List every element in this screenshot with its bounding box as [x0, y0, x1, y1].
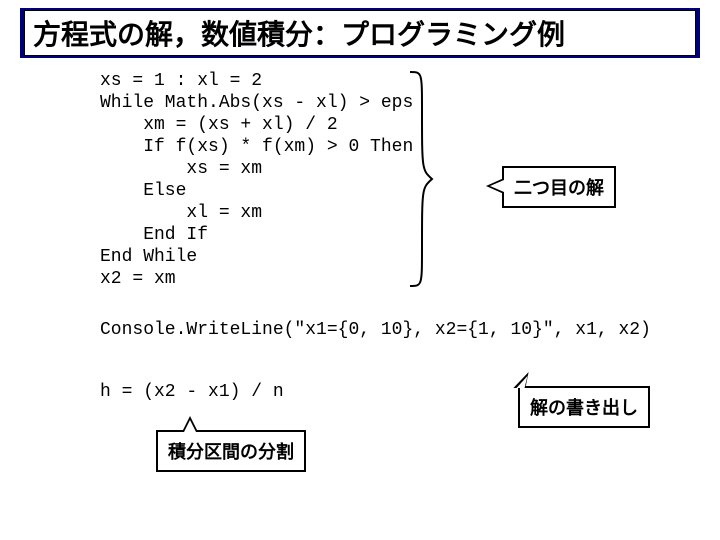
callout-second-root: 二つ目の解: [502, 166, 616, 208]
slide-title: 方程式の解，数値積分：プログラミング例: [24, 10, 696, 56]
code-line-console: Console.WriteLine("x1={0, 10}, x2={1, 10…: [100, 320, 651, 340]
slide: 方程式の解，数値積分：プログラミング例 xs = 1 : xl = 2 Whil…: [0, 0, 720, 540]
callout-label: 積分区間の分割: [158, 432, 304, 470]
title-bar: 方程式の解，数値積分：プログラミング例: [20, 8, 700, 58]
code-line-h: h = (x2 - x1) / n: [100, 382, 284, 402]
callout-label: 解の書き出し: [520, 388, 648, 426]
code-block-bisection: xs = 1 : xl = 2 While Math.Abs(xs - xl) …: [100, 70, 413, 290]
callout-output: 解の書き出し: [518, 386, 650, 428]
callout-divide-interval: 積分区間の分割: [156, 430, 306, 472]
callout-label: 二つ目の解: [504, 168, 614, 206]
